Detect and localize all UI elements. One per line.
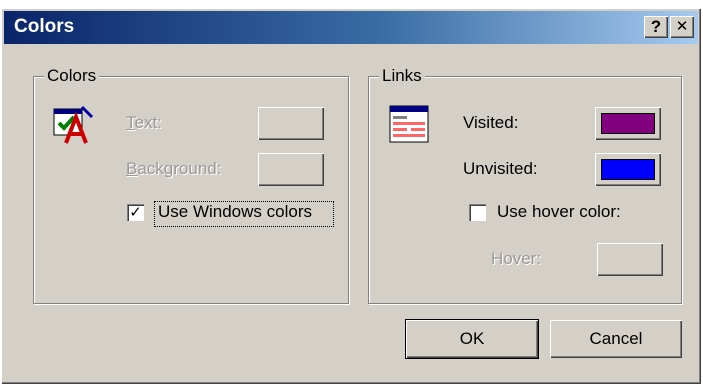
use-windows-colors-label[interactable]: Use Windows colors (158, 202, 312, 222)
use-windows-colors-checkbox[interactable]: ✓ (127, 204, 144, 221)
unvisited-color-swatch (601, 159, 655, 180)
links-group-legend: Links (379, 66, 425, 86)
colors-dialog: Colors ? ✕ Colors Text: Background: ✓ Us… (1, 8, 701, 384)
text-color-icon (52, 103, 96, 147)
visited-color-button[interactable] (595, 107, 661, 140)
background-color-button[interactable] (258, 153, 324, 186)
links-groupbox: Links Visited: Unvisited: Use hover colo… (368, 66, 682, 304)
text-label: Text: (126, 113, 162, 132)
unvisited-label: Unvisited: (463, 159, 538, 178)
web-page-icon (389, 105, 429, 143)
title-bar[interactable]: Colors ? ✕ (4, 11, 698, 44)
window-title: Colors (14, 16, 75, 37)
use-hover-color-label[interactable]: Use hover color: (497, 202, 621, 222)
visited-color-swatch (601, 113, 655, 134)
ok-button[interactable]: OK (405, 319, 539, 359)
visited-label: Visited: (463, 113, 519, 132)
background-label: Background: (126, 159, 222, 178)
help-button[interactable]: ? (644, 16, 668, 38)
colors-groupbox: Colors Text: Background: ✓ Use Windows c… (33, 66, 349, 304)
text-color-button[interactable] (258, 107, 324, 140)
hover-label: Hover: (491, 249, 542, 268)
unvisited-color-button[interactable] (595, 153, 661, 186)
close-button[interactable]: ✕ (670, 16, 694, 38)
colors-group-legend: Colors (44, 66, 100, 86)
cancel-button[interactable]: Cancel (550, 320, 682, 358)
use-hover-color-checkbox[interactable] (469, 204, 486, 221)
hover-color-button[interactable] (597, 243, 663, 276)
